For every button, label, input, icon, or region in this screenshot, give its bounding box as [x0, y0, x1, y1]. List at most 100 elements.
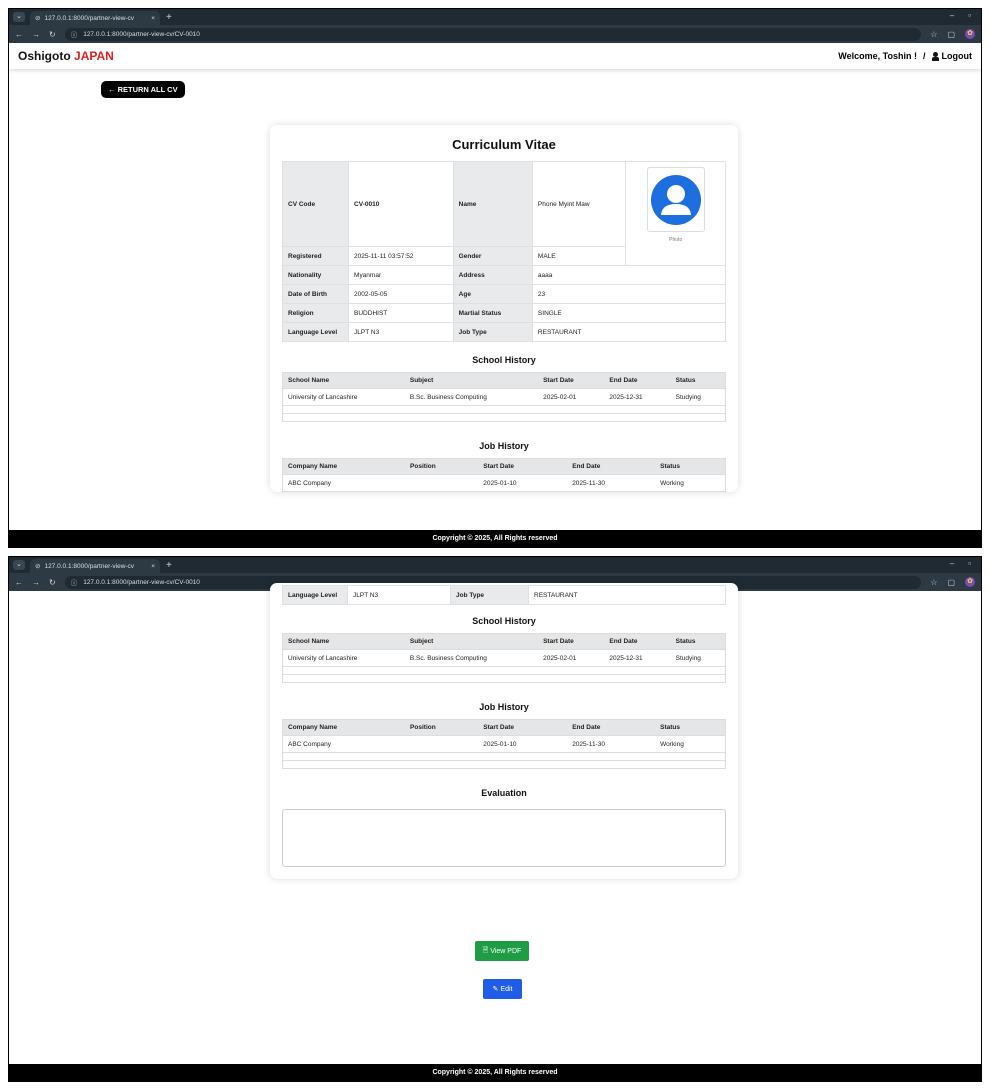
- table-cell: B.Sc. Business Computing: [404, 649, 539, 667]
- minimize-icon[interactable]: –: [950, 11, 954, 20]
- tab-search-icon[interactable]: ⌄: [13, 560, 25, 570]
- language-value: JLPT N3: [348, 322, 454, 342]
- marital-label: Martial Status: [452, 303, 533, 323]
- forward-icon[interactable]: →: [32, 30, 40, 39]
- bookmark-star-icon[interactable]: ☆: [930, 578, 937, 587]
- site-info-icon[interactable]: ⓘ: [71, 577, 78, 587]
- new-tab-button[interactable]: +: [166, 560, 172, 571]
- reload-icon[interactable]: ↻: [49, 578, 56, 587]
- table-cell: University of Lancashire: [282, 649, 405, 667]
- nav-separator: /: [922, 51, 926, 61]
- table-cell: B.Sc. Business Computing: [404, 388, 539, 406]
- col-header: End Date: [604, 633, 671, 650]
- cv-card: Curriculum Vitae CV Code CV-0010 Name Ph…: [270, 125, 738, 492]
- table-row-empty: [282, 413, 726, 422]
- evaluation-box: [282, 809, 726, 867]
- school-history-table: School Name Subject Start Date End Date …: [282, 633, 726, 683]
- avatar-icon: [650, 174, 701, 225]
- table-header-row: School Name Subject Start Date End Date …: [282, 372, 726, 389]
- cv-title: Curriculum Vitae: [452, 137, 556, 152]
- tab-close-icon[interactable]: ×: [151, 15, 155, 22]
- address-label: Address: [452, 265, 533, 285]
- age-value: 23: [531, 284, 727, 304]
- table-row-empty: [282, 674, 726, 683]
- table-cell: 2025-12-31: [604, 388, 671, 406]
- cv-info-table: Language Level JLPT N3 Job Type RESTAURA…: [282, 585, 726, 605]
- table-row-empty: [282, 405, 726, 414]
- view-pdf-button[interactable]: 🗎 View PDF: [475, 941, 529, 961]
- site-navbar: Oshigoto JAPAN Welcome, Toshin ! / Logou…: [9, 43, 981, 69]
- browser-window-top: ⌄ ⊘ 127.0.0.1:8000/partner-view-cv × + –…: [8, 8, 982, 548]
- site-info-icon[interactable]: ⓘ: [71, 29, 78, 39]
- name-value: Phone Myint Maw: [531, 161, 627, 247]
- col-header: Status: [670, 372, 726, 389]
- globe-icon: ⊘: [35, 15, 41, 22]
- globe-icon: ⊘: [35, 563, 41, 570]
- brand-main: Oshigoto: [18, 49, 71, 63]
- profile-avatar-icon[interactable]: ✿: [965, 577, 975, 587]
- col-header: Start Date: [538, 372, 605, 389]
- registered-value: 2025-11-11 03:57:52: [348, 246, 454, 266]
- cv-code-value: CV-0010: [348, 161, 454, 247]
- col-header: Status: [670, 633, 726, 650]
- col-header: Subject: [404, 372, 539, 389]
- photo-label: Photo: [669, 237, 683, 243]
- table-cell: 2025-02-01: [538, 649, 605, 667]
- browser-tab[interactable]: ⊘ 127.0.0.1:8000/partner-view-cv ×: [30, 559, 160, 573]
- tab-strip: ⌄ ⊘ 127.0.0.1:8000/partner-view-cv × + –…: [9, 557, 981, 573]
- brand-logo[interactable]: Oshigoto JAPAN: [18, 49, 114, 63]
- table-row-empty: [282, 752, 726, 761]
- extensions-icon[interactable]: ▢: [947, 578, 955, 587]
- logout-link[interactable]: Logout: [931, 51, 973, 61]
- forward-icon[interactable]: →: [32, 578, 40, 587]
- browser-tab[interactable]: ⊘ 127.0.0.1:8000/partner-view-cv ×: [30, 11, 160, 25]
- name-label: Name: [452, 161, 533, 247]
- table-row: ABC Company 2025-01-10 2025-11-30 Workin…: [282, 735, 726, 753]
- edit-button[interactable]: ✎ Edit: [483, 979, 522, 999]
- job-history-table: Company Name Position Start Date End Dat…: [282, 458, 726, 492]
- reload-icon[interactable]: ↻: [49, 30, 56, 39]
- table-cell: ABC Company: [282, 474, 406, 492]
- table-cell: Studying: [670, 649, 726, 667]
- jobtype-label: Job Type: [452, 322, 533, 342]
- table-header-row: School Name Subject Start Date End Date …: [282, 633, 726, 650]
- address-value: aaaa: [531, 265, 727, 285]
- age-label: Age: [452, 284, 533, 304]
- job-history-title: Job History: [479, 702, 529, 712]
- logout-label: Logout: [941, 51, 973, 61]
- nationality-value: Myanmar: [348, 265, 454, 285]
- table-row: ABC Company 2025-01-10 2025-11-30 Workin…: [282, 474, 726, 492]
- registered-label: Registered: [281, 246, 350, 266]
- col-header: Start Date: [538, 633, 605, 650]
- col-header: End Date: [567, 458, 656, 475]
- edit-icon: ✎: [492, 986, 499, 993]
- gender-value: MALE: [531, 246, 627, 266]
- file-icon: 🗎: [482, 946, 489, 954]
- restore-icon[interactable]: ▫: [968, 559, 971, 568]
- bookmark-star-icon[interactable]: ☆: [930, 30, 937, 39]
- window-controls: – ▫: [950, 559, 971, 568]
- nationality-label: Nationality: [281, 265, 350, 285]
- profile-avatar-icon[interactable]: ✿: [965, 29, 975, 39]
- extensions-icon[interactable]: ▢: [947, 30, 955, 39]
- col-header: Position: [405, 458, 479, 475]
- tab-search-icon[interactable]: ⌄: [13, 12, 25, 22]
- back-icon[interactable]: ←: [15, 578, 23, 587]
- dob-label: Date of Birth: [281, 284, 350, 304]
- table-cell: Working: [655, 735, 726, 753]
- tab-close-icon[interactable]: ×: [151, 563, 155, 570]
- return-all-cv-button[interactable]: ← RETURN ALL CV: [101, 81, 185, 98]
- url-text: 127.0.0.1:8000/partner-view-cv/CV-0010: [83, 578, 200, 586]
- jobtype-value: RESTAURANT: [528, 585, 726, 605]
- table-header-row: Company Name Position Start Date End Dat…: [282, 458, 726, 475]
- edit-label: Edit: [500, 985, 513, 993]
- restore-icon[interactable]: ▫: [968, 11, 971, 20]
- new-tab-button[interactable]: +: [166, 12, 172, 23]
- tab-title: 127.0.0.1:8000/partner-view-cv: [44, 14, 135, 22]
- minimize-icon[interactable]: –: [950, 559, 954, 568]
- table-row-empty: [282, 666, 726, 675]
- col-header: End Date: [567, 719, 656, 736]
- url-field[interactable]: ⓘ 127.0.0.1:8000/partner-view-cv/CV-0010: [64, 27, 922, 41]
- back-icon[interactable]: ←: [15, 30, 23, 39]
- view-pdf-label: View PDF: [490, 947, 522, 955]
